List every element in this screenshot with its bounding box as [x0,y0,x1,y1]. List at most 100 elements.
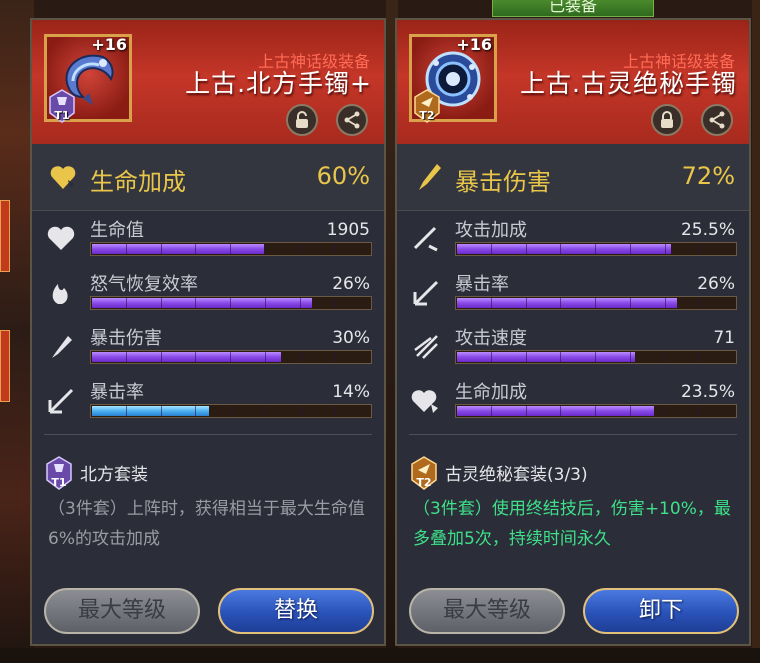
bar-segment-divider [334,244,335,254]
bar-segment-divider [265,244,266,254]
stat-bar-fill [92,244,264,254]
bar-segment-divider [491,352,492,362]
bar-segment-divider [560,244,561,254]
bar-segment-divider [126,352,127,362]
bar-segment-divider [126,298,127,308]
bar-segment-divider [334,352,335,362]
bar-segment-divider [300,244,301,254]
max-level-button[interactable]: 最大等级 [409,588,565,634]
tier-label: T2 [419,109,435,122]
bar-segment-divider [230,406,231,416]
lock-button[interactable] [651,104,683,136]
stat-bar-fill [92,406,209,416]
stat-bar [90,242,372,256]
stat-value: 1905 [326,220,370,240]
stat-label: 怒气恢复效率 [90,274,198,295]
bar-segment-divider [230,244,231,254]
bar-segment-divider [491,406,492,416]
bar-segment-divider [560,406,561,416]
lock-button[interactable] [286,104,318,136]
stat-row: 生命值 1905 [32,212,384,266]
crit-damage-icon [52,336,72,358]
stat-value: 30% [332,328,370,348]
crit-rate-icon [413,280,439,306]
stat-bar [455,242,737,256]
heart-icon [47,226,75,250]
share-icon [344,111,360,129]
tier-label: T1 [54,109,70,122]
bar-segment-divider [300,352,301,362]
unlock-icon [296,111,308,128]
item-card-equipped: +16 T2 上古神话级装备 上古.古灵绝秘手镯 暴击伤害 72% 攻击加成 2… [395,18,751,646]
item-header: +16 T2 上古神话级装备 上古.古灵绝秘手镯 [397,20,749,144]
stat-bar-fill [457,406,654,416]
divider [44,434,372,435]
stat-bar [90,350,372,364]
bar-segment-divider [665,352,666,362]
background-bottom-edge [0,648,760,663]
stat-bar [90,404,372,418]
item-card-compare: +16 T1 上古神话级装备 上古.北方手镯+ 生命加成 60% 生命值 190… [30,18,386,646]
stat-row: 暴击伤害 30% [32,320,384,374]
bar-segment-divider [195,244,196,254]
divider [409,434,737,435]
stat-value: 25.5% [680,220,735,240]
bar-segment-divider [665,244,666,254]
stat-row: 攻击速度 71 [397,320,749,374]
bar-segment-divider [699,406,700,416]
unequip-button[interactable]: 卸下 [583,588,739,634]
bar-segment-divider [699,298,700,308]
background-decor [0,330,10,402]
set-tier-badge: T1 [46,456,72,490]
bar-segment-divider [699,352,700,362]
set-tier-badge: T2 [411,456,437,490]
stat-label: 攻击速度 [455,328,527,349]
crit-damage-icon [419,164,441,190]
stat-bar-fill [457,298,677,308]
bar-segment-divider [195,406,196,416]
item-header: +16 T1 上古神话级装备 上古.北方手镯+ [32,20,384,144]
bar-segment-divider [161,298,162,308]
bar-segment-divider [300,406,301,416]
replace-button[interactable]: 替换 [218,588,374,634]
bar-segment-divider [126,244,127,254]
stat-bar [455,350,737,364]
main-stat-value: 72% [681,162,735,190]
bar-segment-divider [491,244,492,254]
max-level-button[interactable]: 最大等级 [44,588,200,634]
bar-segment-divider [265,406,266,416]
bar-segment-divider [699,244,700,254]
stat-label: 暴击率 [455,274,509,295]
stat-bar-fill [457,352,635,362]
share-button[interactable] [701,104,733,136]
bar-segment-divider [560,352,561,362]
bar-segment-divider [630,244,631,254]
stat-value: 23.5% [680,382,735,402]
main-stat-label: 生命加成 [90,168,186,196]
bar-segment-divider [161,406,162,416]
stat-row: 暴击率 26% [397,266,749,320]
bar-segment-divider [265,352,266,362]
set-description: （3件套）使用终结技后，伤害+10%，最多叠加5次，持续时间永久 [413,499,731,549]
set-tier-label: T2 [416,476,432,489]
item-name: 上古.古灵绝秘手镯 [520,69,737,98]
bar-segment-divider [491,298,492,308]
share-icon [709,111,725,129]
item-name: 上古.北方手镯+ [185,69,372,98]
background-right-edge [752,0,760,663]
bar-segment-divider [161,244,162,254]
set-bonus-header: T2 古灵绝秘套装(3/3) [411,456,741,496]
background-decor [0,200,10,272]
bar-segment-divider [195,298,196,308]
stat-label: 生命值 [90,220,144,241]
stat-label: 暴击率 [90,382,144,403]
set-name: 古灵绝秘套装(3/3) [445,465,588,485]
stat-row: 攻击加成 25.5% [397,212,749,266]
set-name: 北方套装 [80,465,148,485]
main-stat-label: 暴击伤害 [455,168,551,196]
stat-value: 14% [332,382,370,402]
stat-value: 71 [713,328,735,348]
attack-bonus-icon [413,226,438,252]
rage-flame-icon [52,284,68,304]
share-button[interactable] [336,104,368,136]
